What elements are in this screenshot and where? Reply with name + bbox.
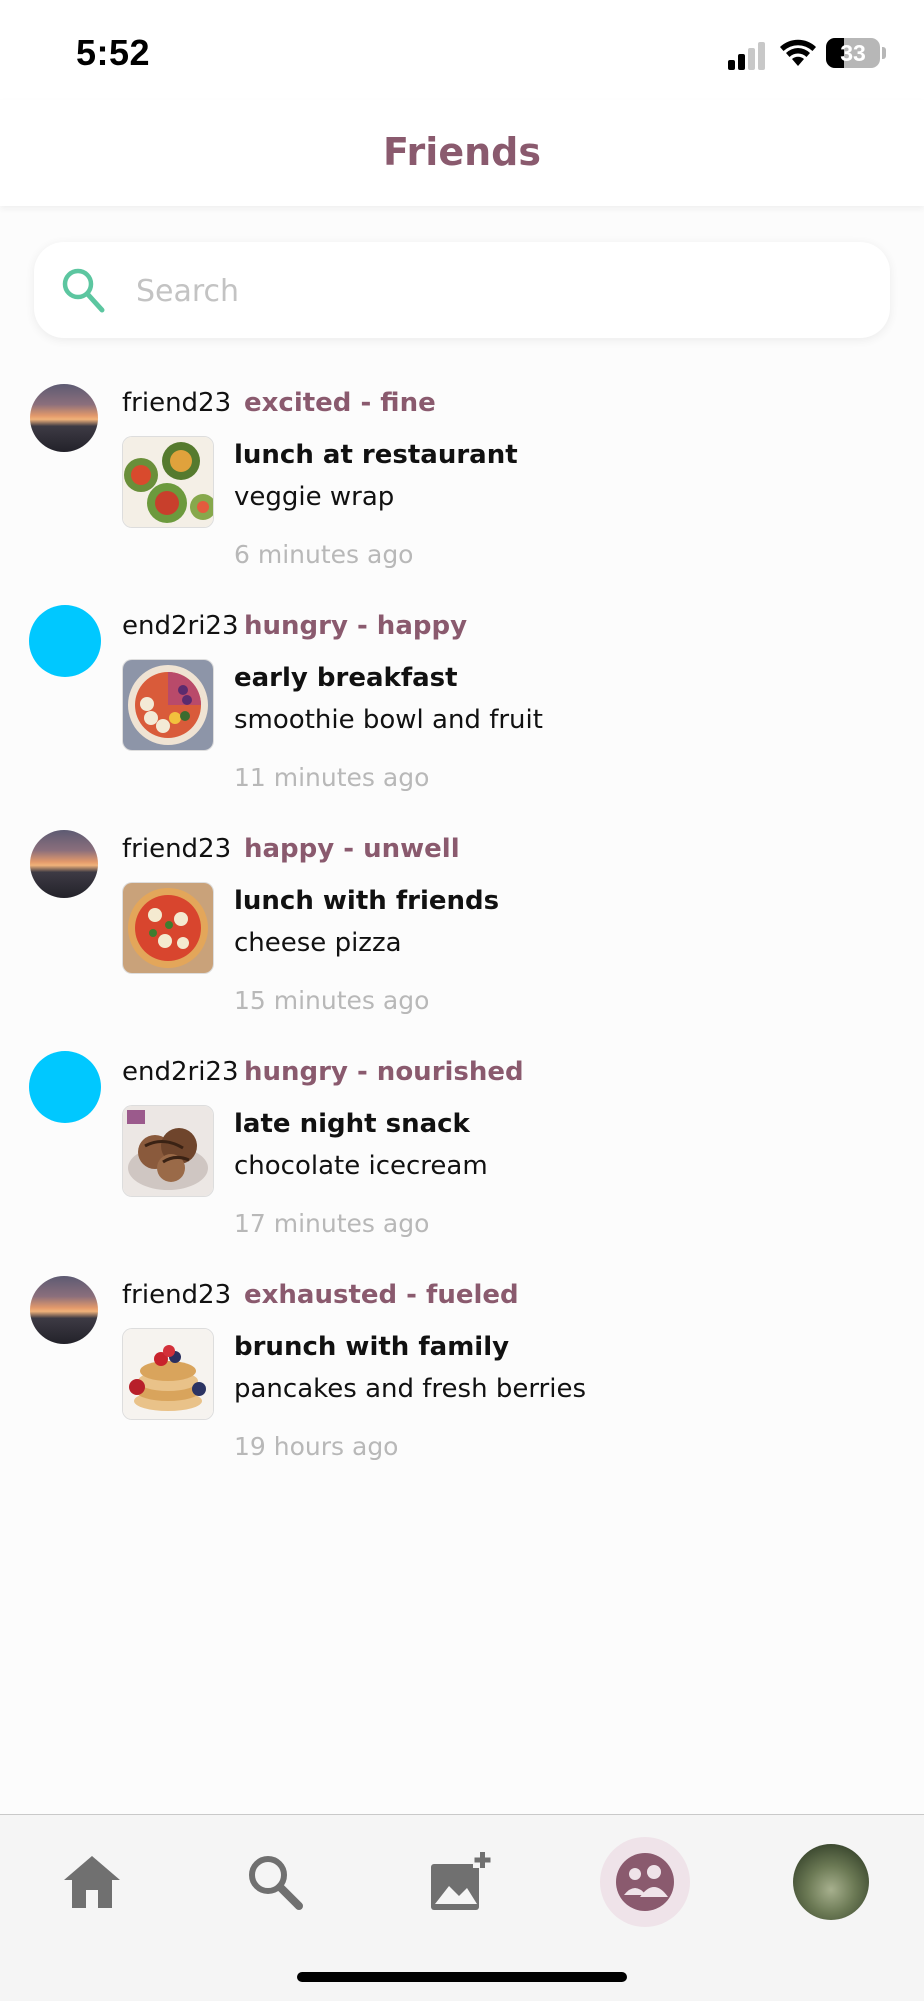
meal-photo[interactable]	[122, 1328, 214, 1420]
meal-title: early breakfast	[234, 663, 458, 693]
mood-tag: excited - fine	[244, 388, 436, 418]
username[interactable]: end2ri23	[122, 611, 239, 641]
meal-photo[interactable]	[122, 436, 214, 528]
search-icon	[62, 268, 105, 313]
meal-photo[interactable]	[122, 659, 214, 751]
friend-avatar[interactable]	[29, 605, 101, 677]
search-input[interactable]	[134, 260, 858, 322]
friend-avatar[interactable]	[30, 830, 98, 898]
friend-avatar[interactable]	[30, 384, 98, 452]
meal-title: lunch with friends	[234, 886, 500, 916]
username[interactable]: friend23	[122, 1280, 231, 1310]
username[interactable]: friend23	[122, 834, 231, 864]
friends-icon	[616, 1853, 674, 1911]
meal-description: smoothie bowl and fruit	[234, 705, 543, 735]
meal-description: chocolate icecream	[234, 1151, 488, 1181]
battery-icon: 33	[826, 38, 880, 68]
page-title: Friends	[383, 130, 541, 174]
mood-tag: hungry - happy	[244, 611, 468, 641]
feed-item[interactable]: end2ri23 hungry - nourished late night s…	[0, 1045, 924, 1268]
meal-title: brunch with family	[234, 1332, 510, 1362]
header: Friends	[0, 100, 924, 206]
username[interactable]: friend23	[122, 388, 231, 418]
nav-home-button[interactable]	[47, 1837, 137, 1927]
mood-tag: happy - unwell	[244, 834, 460, 864]
nav-search-button[interactable]	[230, 1837, 320, 1927]
meal-title: late night snack	[234, 1109, 470, 1139]
meal-photo[interactable]	[122, 1105, 214, 1197]
home-indicator	[297, 1972, 627, 1982]
add-photo-icon	[431, 1850, 491, 1910]
status-time: 5:52	[76, 32, 151, 73]
feed-item[interactable]: friend23 exhausted - fueled brunch with …	[0, 1268, 924, 1491]
search-bar[interactable]	[34, 242, 890, 338]
search-icon	[249, 1856, 303, 1910]
friend-avatar[interactable]	[30, 1276, 98, 1344]
battery-tip	[882, 47, 886, 59]
friend-avatar[interactable]	[29, 1051, 101, 1123]
cellular-signal-icon	[728, 40, 768, 70]
timestamp: 15 minutes ago	[234, 986, 430, 1015]
timestamp: 11 minutes ago	[234, 763, 430, 792]
meal-description: cheese pizza	[234, 928, 402, 958]
nav-add-photo-button[interactable]	[414, 1837, 504, 1927]
meal-description: veggie wrap	[234, 482, 395, 512]
battery-level: 33	[840, 40, 866, 66]
meal-description: pancakes and fresh berries	[234, 1374, 587, 1404]
wifi-icon	[780, 39, 816, 66]
status-bar: 5:52 33	[0, 0, 924, 100]
nav-friends-button[interactable]	[600, 1837, 690, 1927]
username[interactable]: end2ri23	[122, 1057, 239, 1087]
nav-profile-button[interactable]	[786, 1837, 876, 1927]
timestamp: 6 minutes ago	[234, 540, 414, 569]
mood-tag: hungry - nourished	[244, 1057, 524, 1087]
profile-avatar	[793, 1844, 869, 1920]
timestamp: 19 hours ago	[234, 1432, 399, 1461]
home-icon	[64, 1856, 120, 1908]
feed-item[interactable]: friend23 happy - unwell lunch with frien…	[0, 822, 924, 1045]
friends-feed: friend23 excited - fine lunch at restaur…	[0, 376, 924, 1491]
mood-tag: exhausted - fueled	[244, 1280, 519, 1310]
meal-title: lunch at restaurant	[234, 440, 518, 470]
meal-photo[interactable]	[122, 882, 214, 974]
feed-item[interactable]: friend23 excited - fine lunch at restaur…	[0, 376, 924, 599]
feed-item[interactable]: end2ri23 hungry - happy early breakfast …	[0, 599, 924, 822]
timestamp: 17 minutes ago	[234, 1209, 430, 1238]
